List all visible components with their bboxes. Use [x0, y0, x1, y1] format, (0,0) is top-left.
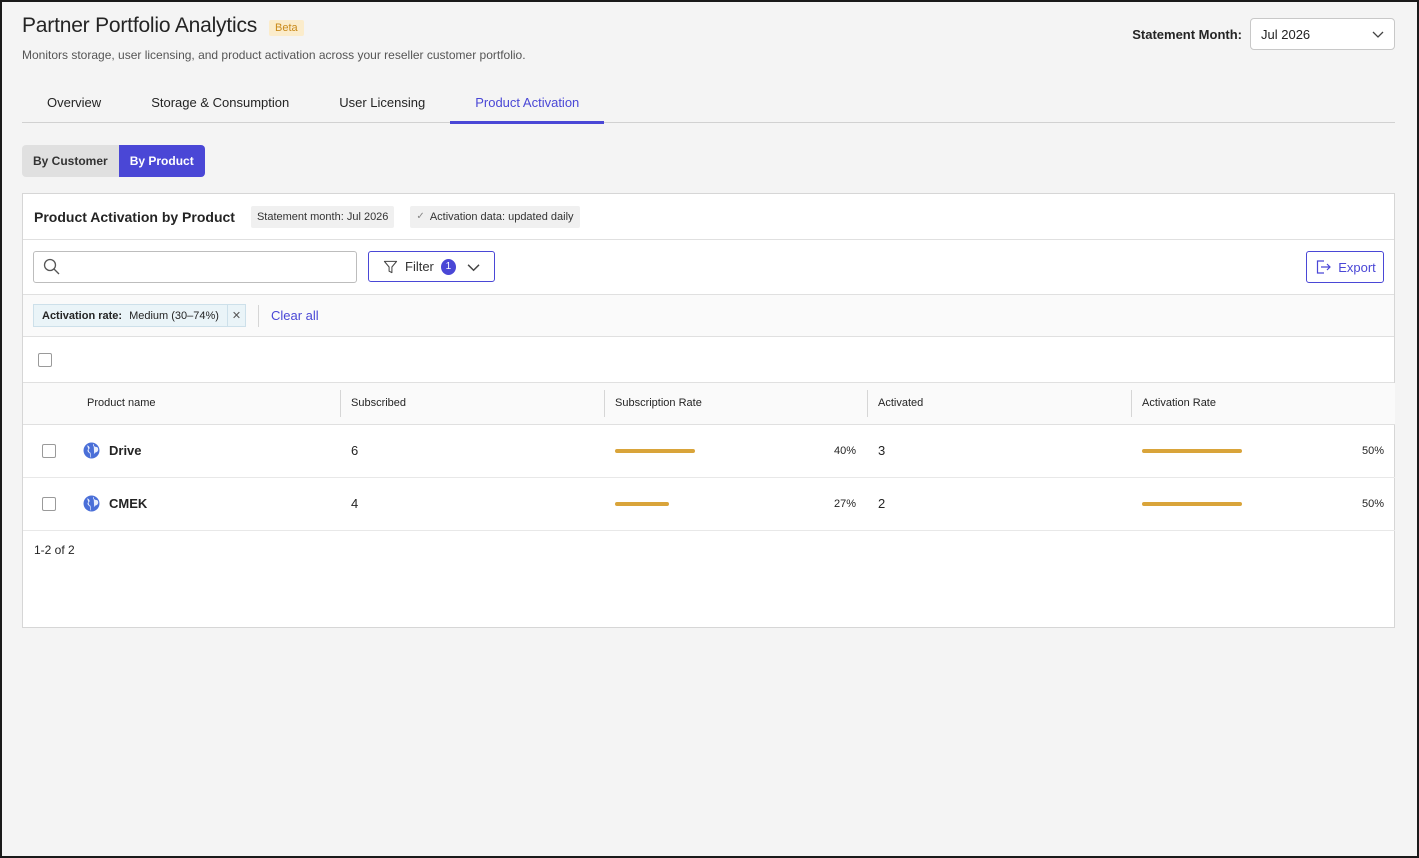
- app-window: Partner Portfolio Analytics Beta Monitor…: [0, 0, 1419, 858]
- table-toolbar: Filter 1 Export: [23, 240, 1394, 295]
- page-subtitle: Monitors storage, user licensing, and pr…: [22, 48, 526, 62]
- filter-label: Filter: [405, 259, 434, 274]
- by-product-button[interactable]: By Product: [118, 145, 205, 177]
- activated-count: 2: [878, 496, 886, 511]
- page-title: Partner Portfolio Analytics: [22, 14, 258, 37]
- activation-rate-bar: [1142, 501, 1342, 506]
- statement-month-picker: Statement Month: Jul 2026: [1132, 18, 1395, 50]
- tab-user-licensing[interactable]: User Licensing: [314, 82, 450, 123]
- column-header-activated[interactable]: Activated: [867, 383, 1131, 424]
- activated-count: 3: [878, 443, 886, 458]
- activation-rate-label: 50%: [1361, 444, 1384, 457]
- divider: [257, 304, 259, 327]
- pagination-summary: 1-2 of 2: [34, 542, 75, 557]
- row-checkbox[interactable]: [42, 496, 56, 511]
- activation-card: Product Activation by Product Statement …: [22, 193, 1395, 628]
- subscription-rate-label: 27%: [833, 497, 856, 510]
- column-header-product-name[interactable]: Product name: [76, 383, 340, 424]
- table-header-row: Product name Subscribed Subscription Rat…: [23, 383, 1395, 424]
- product-table: Product name Subscribed Subscription Rat…: [23, 383, 1395, 531]
- filter-icon: [383, 260, 398, 273]
- subscribed-count: 4: [351, 496, 359, 511]
- column-header-subscription-rate[interactable]: Subscription Rate: [604, 383, 867, 424]
- data-freshness-chip: ✓ Activation data: updated daily: [410, 205, 580, 228]
- subscription-rate-bar: [615, 448, 815, 453]
- card-header: Product Activation by Product Statement …: [23, 194, 1394, 240]
- globe-icon: [83, 495, 100, 512]
- page-header: Partner Portfolio Analytics Beta Monitor…: [22, 14, 1395, 74]
- active-filter-value: Medium (30–74%): [129, 309, 219, 322]
- active-filter-key: Activation rate:: [42, 309, 123, 322]
- statement-month-label: Statement Month:: [1132, 26, 1242, 42]
- table-row: Drive 6 40% 3 50%: [23, 424, 1395, 477]
- column-header-subscribed[interactable]: Subscribed: [340, 383, 604, 424]
- activation-rate-label: 50%: [1361, 497, 1384, 510]
- select-all-checkbox[interactable]: [38, 352, 52, 367]
- tab-overview[interactable]: Overview: [22, 82, 126, 123]
- subscribed-count: 6: [351, 443, 359, 458]
- export-button[interactable]: Export: [1306, 251, 1384, 283]
- statement-month-value: Jul 2026: [1261, 26, 1311, 42]
- subscription-rate-bar: [615, 501, 815, 506]
- tab-bar: Overview Storage & Consumption User Lice…: [22, 82, 1395, 124]
- export-label: Export: [1338, 259, 1376, 275]
- tab-storage-consumption[interactable]: Storage & Consumption: [126, 82, 314, 123]
- export-icon: [1317, 260, 1332, 274]
- subscription-rate-label: 40%: [833, 444, 856, 457]
- bulk-select-row: [23, 337, 1394, 383]
- search-box: [33, 251, 357, 283]
- clear-all-link[interactable]: Clear all: [271, 308, 319, 323]
- filter-button[interactable]: Filter 1: [368, 251, 495, 282]
- active-filter-pill: Activation rate: Medium (30–74%) ✕: [33, 304, 246, 327]
- statement-month-chip: Statement month: Jul 2026: [250, 205, 395, 228]
- column-header-activation-rate[interactable]: Activation Rate: [1131, 383, 1395, 424]
- product-name[interactable]: CMEK: [109, 496, 147, 511]
- by-customer-button[interactable]: By Customer: [22, 145, 119, 177]
- tab-product-activation[interactable]: Product Activation: [450, 82, 605, 124]
- globe-icon: [83, 442, 100, 459]
- check-icon: ✓: [416, 211, 425, 222]
- remove-filter-icon[interactable]: ✕: [226, 305, 245, 326]
- chevron-down-icon: [467, 263, 480, 271]
- row-checkbox[interactable]: [42, 443, 56, 458]
- search-input[interactable]: [34, 252, 356, 282]
- card-title: Product Activation by Product: [34, 208, 235, 225]
- product-name[interactable]: Drive: [109, 443, 142, 458]
- statement-month-select[interactable]: Jul 2026: [1250, 18, 1395, 50]
- search-icon: [43, 258, 60, 275]
- beta-badge: Beta: [269, 19, 304, 36]
- active-filters-bar: Activation rate: Medium (30–74%) ✕ Clear…: [23, 295, 1394, 337]
- view-toggle: By Customer By Product: [22, 145, 205, 177]
- activation-rate-bar: [1142, 448, 1342, 453]
- filter-count-badge: 1: [440, 258, 456, 275]
- table-row: CMEK 4 27% 2 50%: [23, 477, 1395, 530]
- chevron-down-icon: [1372, 31, 1384, 38]
